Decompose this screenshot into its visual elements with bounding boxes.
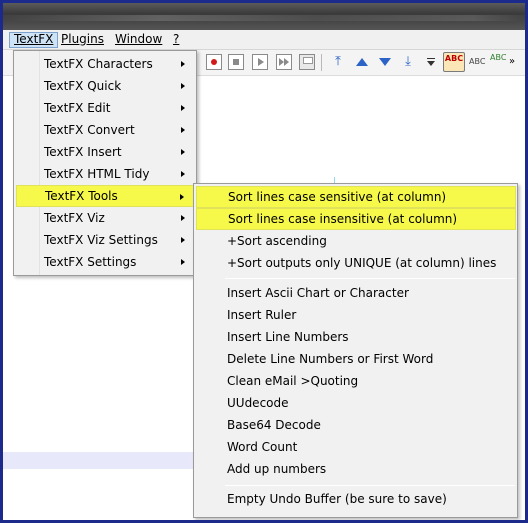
move-down-icon[interactable] bbox=[377, 54, 393, 70]
menu-item-textfx-quick[interactable]: TextFX Quick bbox=[16, 75, 195, 97]
menu-item-textfx-viz[interactable]: TextFX Viz bbox=[16, 207, 195, 229]
submenu-arrow-icon bbox=[181, 83, 185, 89]
menu-item-label: Sort lines case sensitive (at column) bbox=[228, 190, 447, 204]
menu-item-label: TextFX Insert bbox=[44, 145, 122, 159]
run-macro-multiple-icon[interactable] bbox=[276, 54, 292, 70]
menu-item-insert-line-numbers[interactable]: Insert Line Numbers bbox=[196, 326, 516, 348]
menu-item-label: Insert Line Numbers bbox=[227, 330, 349, 344]
menu-item-word-count[interactable]: Word Count bbox=[196, 436, 516, 458]
menu-item-add-up-numbers[interactable]: Add up numbers bbox=[196, 458, 516, 480]
menu-separator bbox=[225, 278, 515, 279]
menu-item-sort-case-sensitive[interactable]: Sort lines case sensitive (at column) bbox=[196, 186, 516, 208]
move-to-bottom-icon[interactable]: ⤓ bbox=[400, 54, 416, 70]
menu-bar: TextFX Plugins Window ? bbox=[3, 30, 525, 50]
textfx-dropdown-menu: TextFX Characters TextFX Quick TextFX Ed… bbox=[13, 50, 197, 276]
submenu-arrow-icon bbox=[181, 105, 185, 111]
menu-item-label: TextFX Edit bbox=[44, 101, 111, 115]
menu-item-textfx-insert[interactable]: TextFX Insert bbox=[16, 141, 195, 163]
spell-check-icon[interactable]: ABC bbox=[443, 52, 465, 72]
menu-textfx[interactable]: TextFX bbox=[9, 32, 59, 48]
menu-item-textfx-convert[interactable]: TextFX Convert bbox=[16, 119, 195, 141]
menu-item-sort-case-insensitive[interactable]: Sort lines case insensitive (at column) bbox=[196, 208, 516, 230]
menu-item-textfx-tools[interactable]: TextFX Tools bbox=[16, 185, 195, 207]
menu-item-label: +Sort ascending bbox=[227, 234, 327, 248]
current-line-highlight bbox=[3, 452, 193, 469]
menu-item-textfx-settings[interactable]: TextFX Settings bbox=[16, 251, 195, 273]
menu-plugins-label: Plugins bbox=[61, 32, 104, 46]
menu-item-label: TextFX Tools bbox=[45, 189, 118, 203]
menu-item-label: TextFX Settings bbox=[44, 255, 137, 269]
submenu-arrow-icon bbox=[180, 194, 184, 200]
menu-item-label: UUdecode bbox=[227, 396, 289, 410]
spell-check-auto-icon[interactable]: ABC bbox=[490, 54, 506, 70]
menu-item-uudecode[interactable]: UUdecode bbox=[196, 392, 516, 414]
menu-help-label: ? bbox=[173, 32, 180, 46]
menu-item-label: TextFX Quick bbox=[44, 79, 122, 93]
menu-item-insert-ruler[interactable]: Insert Ruler bbox=[196, 304, 516, 326]
menu-textfx-label: TextFX bbox=[14, 32, 54, 46]
menu-item-label: TextFX Characters bbox=[44, 57, 153, 71]
menu-item-label: Insert Ascii Chart or Character bbox=[227, 286, 409, 300]
menu-item-base64-decode[interactable]: Base64 Decode bbox=[196, 414, 516, 436]
submenu-arrow-icon bbox=[181, 127, 185, 133]
menu-plugins[interactable]: Plugins bbox=[57, 32, 108, 48]
menu-item-sort-ascending[interactable]: +Sort ascending bbox=[196, 230, 516, 252]
menu-help[interactable]: ? bbox=[169, 32, 183, 48]
menu-item-label: Delete Line Numbers or First Word bbox=[227, 352, 434, 366]
menu-item-sort-unique[interactable]: +Sort outputs only UNIQUE (at column) li… bbox=[196, 252, 516, 274]
move-to-top-icon[interactable]: ⤒ bbox=[330, 54, 346, 70]
menu-item-label: TextFX Viz Settings bbox=[44, 233, 158, 247]
menu-separator bbox=[225, 485, 515, 486]
menu-item-label: TextFX HTML Tidy bbox=[44, 167, 150, 181]
menu-item-textfx-viz-settings[interactable]: TextFX Viz Settings bbox=[16, 229, 195, 251]
menu-item-label: Clean eMail >Quoting bbox=[227, 374, 359, 388]
submenu-arrow-icon bbox=[181, 61, 185, 67]
menu-item-textfx-edit[interactable]: TextFX Edit bbox=[16, 97, 195, 119]
menu-item-delete-line-numbers[interactable]: Delete Line Numbers or First Word bbox=[196, 348, 516, 370]
play-macro-icon[interactable] bbox=[252, 54, 268, 70]
submenu-arrow-icon bbox=[181, 237, 185, 243]
toolbar-overflow-icon[interactable]: » bbox=[509, 54, 521, 70]
submenu-arrow-icon bbox=[181, 149, 185, 155]
menu-item-textfx-html-tidy[interactable]: TextFX HTML Tidy bbox=[16, 163, 195, 185]
menu-item-label: +Sort outputs only UNIQUE (at column) li… bbox=[227, 256, 497, 270]
textfx-tools-submenu: Sort lines case sensitive (at column) So… bbox=[193, 183, 518, 518]
menu-item-empty-undo-buffer[interactable]: Empty Undo Buffer (be sure to save) bbox=[196, 488, 516, 510]
stop-macro-icon[interactable] bbox=[228, 54, 244, 70]
submenu-arrow-icon bbox=[181, 259, 185, 265]
menu-window[interactable]: Window bbox=[111, 32, 166, 48]
menu-item-label: Sort lines case insensitive (at column) bbox=[228, 212, 458, 226]
spell-check-options-icon[interactable]: ABC bbox=[469, 54, 485, 70]
menu-item-label: Base64 Decode bbox=[227, 418, 321, 432]
toolbar-separator bbox=[321, 54, 322, 71]
move-up-icon[interactable] bbox=[354, 54, 370, 70]
menu-item-label: Add up numbers bbox=[227, 462, 327, 476]
menu-item-clean-email-quoting[interactable]: Clean eMail >Quoting bbox=[196, 370, 516, 392]
record-macro-icon[interactable] bbox=[206, 54, 222, 70]
menu-item-label: TextFX Viz bbox=[44, 211, 105, 225]
save-macro-icon[interactable] bbox=[299, 54, 315, 70]
application-window: TextFX Plugins Window ? ⤒ ⤓ ABC ABC ABC … bbox=[0, 0, 528, 523]
title-bar[interactable] bbox=[3, 3, 525, 30]
submenu-arrow-icon bbox=[181, 215, 185, 221]
submenu-arrow-icon bbox=[181, 171, 185, 177]
menu-item-insert-ascii-chart[interactable]: Insert Ascii Chart or Character bbox=[196, 282, 516, 304]
dropdown-icon[interactable] bbox=[423, 54, 439, 70]
menu-window-label: Window bbox=[115, 32, 163, 46]
menu-item-label: TextFX Convert bbox=[44, 123, 135, 137]
menu-item-label: Word Count bbox=[227, 440, 298, 454]
menu-item-label: Insert Ruler bbox=[227, 308, 297, 322]
menu-item-label: Empty Undo Buffer (be sure to save) bbox=[227, 492, 447, 506]
menu-item-textfx-characters[interactable]: TextFX Characters bbox=[16, 53, 195, 75]
